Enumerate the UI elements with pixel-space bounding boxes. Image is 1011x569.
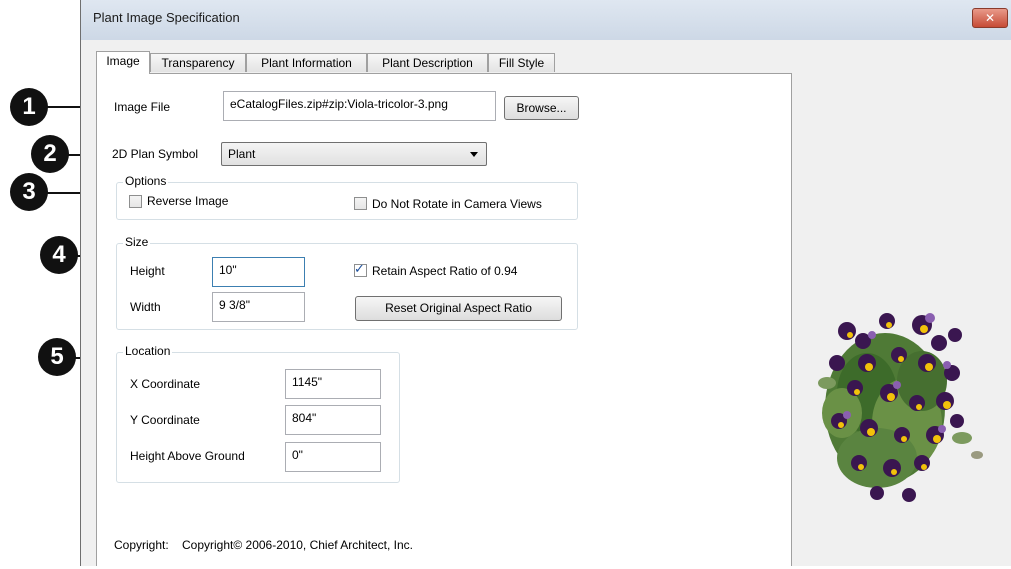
callout-badge-3: 3 xyxy=(10,173,48,211)
x-coordinate-label: X Coordinate xyxy=(130,377,201,391)
callout-badge-2: 2 xyxy=(31,135,69,173)
tab-plant-description[interactable]: Plant Description xyxy=(367,53,488,72)
retain-aspect-label[interactable]: Retain Aspect Ratio of 0.94 xyxy=(372,264,517,278)
location-group-title: Location xyxy=(123,344,173,358)
image-file-field[interactable]: eCatalogFiles.zip#zip:Viola-tricolor-3.p… xyxy=(223,91,496,121)
dialog-window: Plant Image Specification ✕ Image Transp… xyxy=(80,0,1011,566)
callout-badge-5: 5 xyxy=(38,338,76,376)
height-above-ground-label: Height Above Ground xyxy=(130,449,245,463)
y-coordinate-label: Y Coordinate xyxy=(130,413,200,427)
dialog-body: Image Transparency Plant Information Pla… xyxy=(81,40,1011,566)
close-icon: ✕ xyxy=(984,11,996,25)
reset-aspect-button[interactable]: Reset Original Aspect Ratio xyxy=(355,296,562,321)
size-group-title: Size xyxy=(123,235,151,249)
width-field[interactable]: 9 3/8" xyxy=(212,292,305,322)
retain-aspect-checkbox[interactable]: ✓ xyxy=(354,261,367,277)
tab-image[interactable]: Image xyxy=(96,51,150,74)
image-file-label: Image File xyxy=(114,100,171,114)
options-group-title: Options xyxy=(123,174,169,188)
height-label: Height xyxy=(130,264,165,278)
dialog-title: Plant Image Specification xyxy=(93,10,240,25)
plant-image xyxy=(818,313,983,502)
height-above-ground-field[interactable]: 0" xyxy=(285,442,381,472)
width-label: Width xyxy=(130,300,161,314)
plan-symbol-label: 2D Plan Symbol xyxy=(112,147,199,161)
plan-symbol-value: Plant xyxy=(228,147,256,161)
size-group: Size Height 10" Width 9 3/8" ✓ Retain As… xyxy=(116,235,578,330)
close-button[interactable]: ✕ xyxy=(972,8,1008,28)
callout-badge-1: 1 xyxy=(10,88,48,126)
no-rotate-label[interactable]: Do Not Rotate in Camera Views xyxy=(372,197,542,211)
tab-plant-information[interactable]: Plant Information xyxy=(246,53,367,72)
copyright-label: Copyright: xyxy=(114,538,169,552)
height-field[interactable]: 10" xyxy=(212,257,305,287)
no-rotate-checkbox[interactable] xyxy=(354,197,367,210)
check-mark-icon: ✓ xyxy=(354,261,365,276)
preview-pane xyxy=(797,63,1011,566)
image-tab-panel: Image File eCatalogFiles.zip#zip:Viola-t… xyxy=(96,73,792,566)
reverse-image-label[interactable]: Reverse Image xyxy=(147,194,228,208)
y-coordinate-field[interactable]: 804" xyxy=(285,405,381,435)
chevron-down-icon xyxy=(470,152,478,157)
x-coordinate-field[interactable]: 1145" xyxy=(285,369,381,399)
tab-fill-style[interactable]: Fill Style xyxy=(488,53,555,72)
tab-transparency[interactable]: Transparency xyxy=(150,53,246,72)
title-bar[interactable]: Plant Image Specification ✕ xyxy=(81,0,1011,40)
location-group: Location X Coordinate 1145" Y Coordinate… xyxy=(116,344,400,483)
callout-badge-4: 4 xyxy=(40,236,78,274)
reverse-image-checkbox[interactable] xyxy=(129,195,142,208)
browse-button[interactable]: Browse... xyxy=(504,96,579,120)
options-group: Options Reverse Image Do Not Rotate in C… xyxy=(116,174,578,220)
plan-symbol-dropdown[interactable]: Plant xyxy=(221,142,487,166)
copyright-text: Copyright© 2006-2010, Chief Architect, I… xyxy=(182,538,413,552)
